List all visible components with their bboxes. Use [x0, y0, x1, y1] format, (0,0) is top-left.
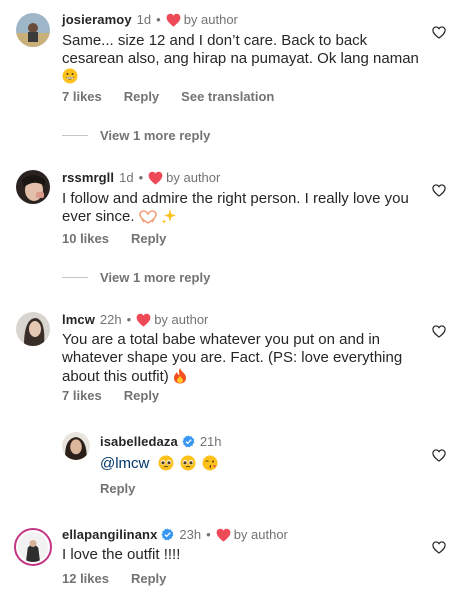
username[interactable]: lmcw: [62, 312, 95, 327]
divider-line: [62, 277, 88, 278]
view-more-replies-label: View 1 more reply: [100, 270, 211, 285]
reply-button[interactable]: Reply: [131, 571, 166, 586]
comment-actions: 12 likes Reply: [62, 571, 188, 586]
pleading-face-icon: [180, 455, 196, 471]
username[interactable]: rssmrgll: [62, 170, 114, 185]
comment-text: I follow and admire the right person. I …: [62, 190, 432, 226]
avatar[interactable]: [62, 432, 90, 460]
avatar[interactable]: [14, 528, 52, 566]
view-more-replies-label: View 1 more reply: [100, 128, 211, 143]
reply-button[interactable]: Reply: [124, 89, 159, 104]
verified-badge-icon: [182, 435, 195, 448]
heart-icon: [166, 13, 181, 27]
timestamp: 1d: [136, 12, 152, 27]
heart-icon: [216, 528, 231, 542]
avatar-image-wrap: [18, 532, 48, 562]
comment-text-line: Same... size 12 and I don’t care. Back t…: [62, 32, 368, 49]
liked-by-author-label: by author: [166, 170, 221, 185]
like-heart-icon[interactable]: [432, 26, 446, 39]
timestamp: 1d: [119, 170, 134, 185]
username[interactable]: ellapangilinanx: [62, 527, 157, 542]
comment-header: rssmrgll 1d • by author: [62, 170, 220, 185]
timestamp: 21h: [199, 434, 222, 449]
kissing-face-icon: [202, 455, 218, 471]
separator-dot: •: [126, 312, 132, 327]
comment-text: @lmcw: [100, 455, 420, 473]
like-heart-icon[interactable]: [432, 449, 446, 462]
comment-header: josieramoy 1d • by author: [62, 12, 238, 27]
view-more-replies[interactable]: View 1 more reply: [62, 128, 210, 143]
grinning-face-icon: [62, 68, 78, 84]
like-heart-icon[interactable]: [432, 325, 446, 338]
comment-actions: 7 likes Reply See translation: [62, 89, 296, 104]
avatar[interactable]: [16, 170, 50, 204]
separator-dot: •: [156, 12, 161, 27]
see-translation-button[interactable]: See translation: [181, 89, 274, 104]
avatar[interactable]: [16, 13, 50, 47]
verified-badge-icon: [161, 528, 174, 541]
avatar-image: [16, 13, 50, 47]
fire-icon: [173, 368, 186, 384]
comment-text: I love the outfit !!!!: [62, 546, 422, 564]
comment-actions: 10 likes Reply: [62, 231, 188, 246]
likes-count[interactable]: 12 likes: [62, 571, 109, 586]
comment-header: ellapangilinanx 23h • by author: [62, 527, 288, 542]
avatar-image: [16, 312, 50, 346]
likes-count[interactable]: 7 likes: [62, 89, 102, 104]
comment-text: Same... size 12 and I don’t care. Back t…: [62, 32, 422, 86]
comment-actions: Reply: [100, 481, 157, 496]
mention-link[interactable]: @lmcw: [100, 455, 149, 472]
comment-text-line: I love the outfit !!!!: [62, 546, 181, 563]
sparkles-icon: [161, 209, 176, 224]
reply-button[interactable]: Reply: [124, 388, 159, 403]
pleading-face-icon: [158, 455, 174, 471]
likes-count[interactable]: 7 likes: [62, 388, 102, 403]
separator-dot: •: [138, 170, 144, 185]
comment-text-line: cesarean also, ang hirap na pumayat. Ok …: [62, 50, 419, 67]
comment-text-line: [62, 68, 422, 86]
comment-actions: 7 likes Reply: [62, 388, 181, 403]
avatar[interactable]: [16, 312, 50, 346]
comment-text-line: I follow and admire the right person. I …: [62, 190, 409, 207]
heart-icon: [148, 171, 163, 185]
username[interactable]: josieramoy: [62, 12, 132, 27]
username[interactable]: isabelledaza: [100, 434, 178, 449]
reply-button[interactable]: Reply: [100, 481, 135, 496]
timestamp: 23h: [179, 527, 202, 542]
comment-header: isabelledaza 21h: [100, 434, 222, 449]
comment-text-line: about this outfit): [62, 367, 422, 386]
avatar-image: [62, 432, 90, 460]
separator-dot: •: [206, 527, 211, 542]
comment-text: You are a total babe whatever you put on…: [62, 331, 422, 386]
comment-text-line: whatever shape you are. Fact. (PS: love …: [62, 349, 403, 366]
liked-by-author-label: by author: [154, 312, 209, 327]
reply-button[interactable]: Reply: [131, 231, 166, 246]
comment-header: lmcw 22h • by author: [62, 312, 208, 327]
heart-hands-icon: [138, 210, 157, 224]
avatar-image: [18, 532, 48, 562]
comment-text-line: You are a total babe whatever you put on…: [62, 331, 381, 348]
liked-by-author-label: by author: [183, 12, 238, 27]
timestamp: 22h: [99, 312, 122, 327]
view-more-replies[interactable]: View 1 more reply: [62, 270, 210, 285]
likes-count[interactable]: 10 likes: [62, 231, 109, 246]
like-heart-icon[interactable]: [432, 184, 446, 197]
avatar-image: [16, 170, 50, 204]
heart-icon: [136, 313, 151, 327]
comment-text-line: ever since.: [62, 208, 432, 226]
liked-by-author-label: by author: [233, 527, 288, 542]
divider-line: [62, 135, 88, 136]
like-heart-icon[interactable]: [432, 541, 446, 554]
